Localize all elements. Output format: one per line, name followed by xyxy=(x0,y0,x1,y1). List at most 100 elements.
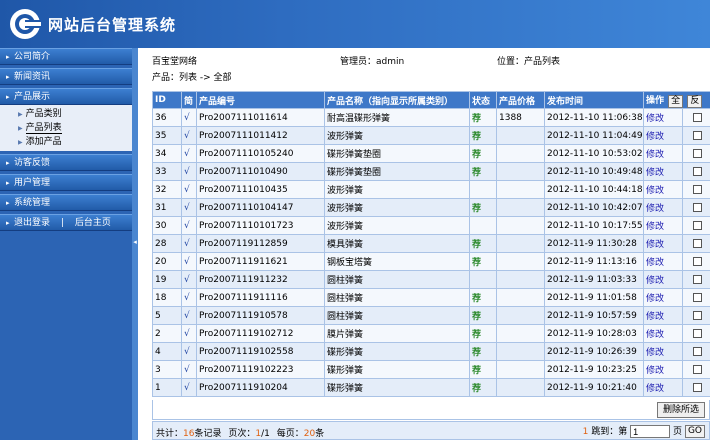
row-checkbox[interactable] xyxy=(693,328,702,338)
go-button[interactable]: GO xyxy=(684,425,705,438)
edit-link[interactable]: 修改 xyxy=(643,198,683,217)
submenu-product-list[interactable]: ▶ 产品列表 xyxy=(0,121,132,135)
table-row: 33 √ Pro2007111010490 碟形弹簧垫圈荐 2012-11-10 10:… xyxy=(152,162,710,181)
arrow-right-icon: ▸ xyxy=(6,73,10,81)
cell-id: 1 xyxy=(152,378,182,397)
edit-link[interactable]: 修改 xyxy=(643,288,683,307)
cell-select xyxy=(681,216,710,235)
cell-id: 28 xyxy=(152,234,182,253)
breadcrumb: 产品：列表 -> 全部 xyxy=(152,73,232,83)
header-bar: 网站后台管理系统 xyxy=(0,0,710,48)
cell-check: √ xyxy=(181,288,197,307)
cell-status: 荐 xyxy=(469,162,497,181)
sidebar-menu-feedback[interactable]: ▸ 访客反馈 xyxy=(0,154,132,171)
delete-selected-button[interactable]: 删除所选 xyxy=(656,402,705,418)
submenu-product-category[interactable]: ▶ 产品类别 xyxy=(0,107,132,121)
cell-check: √ xyxy=(181,324,197,343)
row-checkbox[interactable] xyxy=(693,202,702,212)
row-checkbox[interactable] xyxy=(693,274,702,284)
cell-name: 圆柱弹簧 xyxy=(324,306,470,325)
edit-link[interactable]: 修改 xyxy=(643,144,683,163)
row-checkbox[interactable] xyxy=(693,130,702,140)
table-row: 20 √ Pro2007111911621 钢板宝塔簧荐 2012-11-9 11:13… xyxy=(152,252,710,271)
row-checkbox[interactable] xyxy=(693,184,702,194)
sidebar-menu-products[interactable]: ▸ 产品展示 xyxy=(0,88,132,105)
edit-link[interactable]: 修改 xyxy=(643,360,683,379)
cell-select xyxy=(681,144,710,163)
sidebar-menu-news[interactable]: ▸ 新闻资讯 xyxy=(0,68,132,85)
sidebar-menu-users[interactable]: ▸ 用户管理 xyxy=(0,174,132,191)
cell-time: 2012-11-10 10:44:18 xyxy=(544,180,644,199)
triangle-icon: ▶ xyxy=(18,125,23,132)
row-checkbox[interactable] xyxy=(693,364,702,374)
cell-price xyxy=(496,288,545,307)
per-page-count: 20 xyxy=(303,429,316,439)
cell-name: 碟形弹簧垫圈 xyxy=(324,144,470,163)
cell-status: 荐 xyxy=(469,126,497,145)
table-row: 34 √ Pro20071110105240 碟形弹簧垫圈荐 2012-11-10 10… xyxy=(152,144,710,163)
invert-selection-button[interactable]: 反 xyxy=(687,94,703,108)
cell-select xyxy=(681,162,710,181)
row-checkbox[interactable] xyxy=(693,256,702,266)
cell-time: 2012-11-9 10:26:39 xyxy=(544,342,644,361)
cell-select xyxy=(681,360,710,379)
row-checkbox[interactable] xyxy=(693,382,702,392)
select-all-button[interactable]: 全 xyxy=(668,94,684,108)
arrow-right-icon: ▸ xyxy=(6,159,10,167)
edit-link[interactable]: 修改 xyxy=(643,126,683,145)
edit-link[interactable]: 修改 xyxy=(643,180,683,199)
table-row: 35 √ Pro2007111011412 波形弹簧荐 2012-11-10 11:04… xyxy=(152,126,710,145)
edit-link[interactable]: 修改 xyxy=(643,234,683,253)
cell-time: 2012-11-9 10:28:03 xyxy=(544,324,644,343)
cell-price xyxy=(496,198,545,217)
row-checkbox[interactable] xyxy=(693,238,702,248)
cell-id: 19 xyxy=(152,270,182,289)
cell-select xyxy=(681,198,710,217)
edit-link[interactable]: 修改 xyxy=(643,108,683,127)
submenu-add-product[interactable]: ▶ 添加产品 xyxy=(0,135,132,149)
edit-link[interactable]: 修改 xyxy=(643,252,683,271)
edit-link[interactable]: 修改 xyxy=(643,270,683,289)
sidebar-menu-company[interactable]: ▸ 公司简介 xyxy=(0,48,132,65)
cell-check: √ xyxy=(181,198,197,217)
cell-select xyxy=(681,288,710,307)
row-checkbox[interactable] xyxy=(693,166,702,176)
logout-link[interactable]: 退出登录 xyxy=(14,218,50,228)
row-checkbox[interactable] xyxy=(693,346,702,356)
cell-select xyxy=(681,306,710,325)
collapse-arrow-icon[interactable]: ◂ xyxy=(132,238,138,246)
cell-code: Pro2007111010435 xyxy=(196,180,325,199)
edit-link[interactable]: 修改 xyxy=(643,216,683,235)
cell-select xyxy=(681,126,710,145)
cell-time: 2012-11-9 10:21:40 xyxy=(544,378,644,397)
sidebar: ▸ 公司简介 ▸ 新闻资讯 ▸ 产品展示 ▶ 产品类别 ▶ 产品列表 ▶ 添加产品 ▸ 访客反… xyxy=(0,48,132,440)
cell-time: 2012-11-9 11:13:16 xyxy=(544,252,644,271)
table-row: 2 √ Pro20071119102712 膜片弹簧荐 2012-11-9 10:28:… xyxy=(152,324,710,343)
cell-check: √ xyxy=(181,234,197,253)
col-header-status: 状态 xyxy=(469,91,497,109)
row-checkbox[interactable] xyxy=(693,292,702,302)
cell-status: 荐 xyxy=(469,306,497,325)
row-checkbox[interactable] xyxy=(693,220,702,230)
col-header-code: 产品编号 xyxy=(196,91,325,109)
sidebar-menu-system[interactable]: ▸ 系统管理 xyxy=(0,194,132,211)
cell-name: 钢板宝塔簧 xyxy=(324,252,470,271)
edit-link[interactable]: 修改 xyxy=(643,378,683,397)
row-checkbox[interactable] xyxy=(693,112,702,122)
sidebar-splitter[interactable]: ◂ xyxy=(132,48,138,440)
cell-time: 2012-11-9 10:57:59 xyxy=(544,306,644,325)
separator: | xyxy=(60,218,64,228)
admin-home-link[interactable]: 后台主页 xyxy=(75,218,111,228)
edit-link[interactable]: 修改 xyxy=(643,162,683,181)
jump-page-input[interactable] xyxy=(630,425,671,438)
cell-status: 荐 xyxy=(469,252,497,271)
cell-name: 碟形弹簧 xyxy=(324,378,470,397)
cell-id: 35 xyxy=(152,126,182,145)
table-row: 5 √ Pro2007111910578 圆柱弹簧荐 2012-11-9 10:57:5… xyxy=(152,306,710,325)
row-checkbox[interactable] xyxy=(693,148,702,158)
edit-link[interactable]: 修改 xyxy=(643,342,683,361)
edit-link[interactable]: 修改 xyxy=(643,306,683,325)
edit-link[interactable]: 修改 xyxy=(643,324,683,343)
site-name: 百宝堂网络 xyxy=(152,57,198,67)
row-checkbox[interactable] xyxy=(693,310,702,320)
